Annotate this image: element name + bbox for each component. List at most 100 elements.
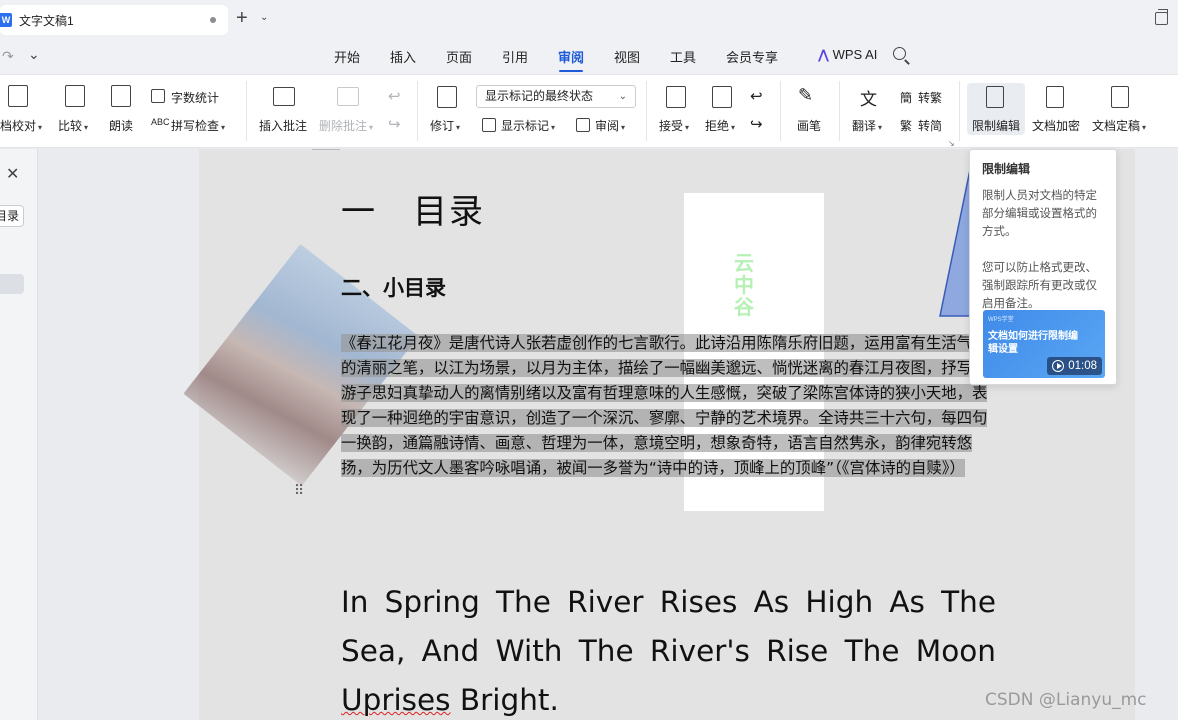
reject-icon <box>712 86 732 108</box>
previous-change-icon[interactable]: ↩ <box>750 87 763 105</box>
heading-1[interactable]: 一 目录 <box>341 184 485 233</box>
encrypt-doc-button[interactable]: 文档加密 <box>1032 117 1080 134</box>
pen-button[interactable]: 画笔 <box>797 117 821 134</box>
play-icon <box>1052 360 1065 372</box>
video-duration-badge[interactable]: 01:08 <box>1047 357 1102 375</box>
body-paragraph[interactable]: 《春江花月夜》是唐代诗人张若虚创作的七言歌行。此诗沿用陈隋乐府旧题，运用富有生活… <box>341 331 995 481</box>
previous-comment-icon[interactable]: ↩ <box>388 87 401 105</box>
tooltip-title: 限制编辑 <box>982 162 1031 176</box>
chevron-down-icon: ▾ <box>731 123 736 132</box>
chevron-down-icon: ▾ <box>38 123 43 132</box>
to-traditional-button[interactable]: 转繁 <box>918 89 942 106</box>
ribbon-separator <box>417 81 418 141</box>
spell-check-label: 拼写检查 <box>171 119 220 133</box>
restrict-edit-label: 限制编辑 <box>972 119 1021 133</box>
pen-icon: ✎ <box>798 85 814 105</box>
chevron-down-icon[interactable]: ⌄ <box>260 12 268 23</box>
insert-comment-button[interactable]: 插入批注 <box>259 117 307 134</box>
tab-tools[interactable]: 工具 <box>670 47 696 66</box>
doc-check-label: 档校对 <box>0 119 37 133</box>
navigation-pane <box>0 149 38 720</box>
translate-button[interactable]: 翻译 ▾ <box>852 117 882 134</box>
reject-label: 拒绝 <box>705 119 730 133</box>
tab-home[interactable]: 开始 <box>334 47 360 66</box>
chevron-down-icon: ⌄ <box>618 91 627 102</box>
chevron-down-icon: ▾ <box>878 123 883 132</box>
finalize-doc-button[interactable]: 文档定稿 ▾ <box>1092 117 1146 134</box>
chevron-down-icon: ▾ <box>221 123 226 132</box>
active-tab-indicator <box>559 70 583 72</box>
document-tab[interactable]: W 文字文稿1 <box>0 5 228 35</box>
title-bar: W 文字文稿1 + ⌄ <box>0 0 1178 40</box>
revise-icon <box>437 86 457 108</box>
finalize-doc-icon <box>1111 86 1129 108</box>
doc-check-icon <box>8 85 28 107</box>
watermark-text: CSDN @Lianyu_mc <box>985 690 1147 710</box>
wps-ai-button[interactable]: ⋀ WPS AI <box>818 47 877 63</box>
toc-selected-item[interactable] <box>0 274 24 294</box>
reject-button[interactable]: 拒绝 ▾ <box>705 117 735 134</box>
redo-icon[interactable]: ↷ <box>2 48 14 65</box>
next-change-icon[interactable]: ↪ <box>750 115 763 133</box>
accept-button[interactable]: 接受 ▾ <box>659 117 689 134</box>
search-icon[interactable] <box>893 47 906 60</box>
tutorial-video-thumbnail[interactable]: WPS学堂 文档如何进行限制编辑设置 01:08 <box>983 310 1105 378</box>
doc-check-button[interactable]: 档校对 ▾ <box>0 117 42 134</box>
video-title: 文档如何进行限制编辑设置 <box>988 331 1078 355</box>
selected-text: 《春江花月夜》是唐代诗人张若虚创作的七言歌行。此诗沿用陈隋乐府旧题，运用富有生活… <box>341 334 988 477</box>
close-icon[interactable]: ✕ <box>6 164 19 184</box>
toc-button[interactable]: 目录 <box>0 205 24 227</box>
dialog-launcher-icon[interactable]: ↘ <box>948 139 955 148</box>
revise-button[interactable]: 修订 ▾ <box>430 117 460 134</box>
drag-handle-icon[interactable]: ⠿ <box>294 482 304 499</box>
spell-check-button[interactable]: 拼写检查 ▾ <box>171 117 225 134</box>
chevron-down-icon: ▾ <box>621 123 626 132</box>
tab-page[interactable]: 页面 <box>446 47 472 66</box>
wps-writer-icon: W <box>0 13 12 27</box>
spell-check-icon: ABC <box>151 117 170 127</box>
tab-insert[interactable]: 插入 <box>390 47 416 66</box>
new-tab-plus-icon[interactable]: + <box>236 8 248 28</box>
review-pane-button[interactable]: 审阅 ▾ <box>595 117 625 134</box>
english-paragraph[interactable]: In Spring The River Rises As High As The… <box>341 578 996 720</box>
heading-2[interactable]: 二、小目录 <box>341 272 446 302</box>
show-markup-label: 显示标记 <box>501 119 550 133</box>
quick-access-chevron-icon[interactable]: ⌄ <box>28 46 40 63</box>
english-text: In Spring The River Rises As High As The… <box>341 585 996 668</box>
to-simplified-icon: 繁 <box>900 119 913 133</box>
tab-review[interactable]: 审阅 <box>558 47 584 66</box>
read-aloud-button[interactable]: 朗读 <box>109 117 133 134</box>
tab-references[interactable]: 引用 <box>502 47 528 66</box>
insert-comment-icon <box>273 87 295 106</box>
tab-member[interactable]: 会员专享 <box>726 47 778 66</box>
next-comment-icon[interactable]: ↪ <box>388 115 401 133</box>
restrict-edit-tooltip: 限制编辑 限制人员对文档的特定部分编辑或设置格式的方式。 您可以防止格式更改、强… <box>969 149 1117 385</box>
compare-icon <box>65 85 85 107</box>
compare-label: 比较 <box>58 119 83 133</box>
video-duration: 01:08 <box>1068 360 1097 372</box>
delete-comment-icon <box>337 87 359 106</box>
display-state-value: 显示标记的最终状态 <box>485 89 594 103</box>
ribbon-separator <box>646 81 647 141</box>
ribbon-separator <box>780 81 781 141</box>
wps-ai-icon: ⋀ <box>818 47 829 62</box>
video-brand: WPS学堂 <box>988 317 1014 323</box>
spelling-error-word[interactable]: Uprises <box>341 683 451 717</box>
word-count-button[interactable]: 字数统计 <box>171 89 219 106</box>
compare-button[interactable]: 比较 ▾ <box>58 117 88 134</box>
ribbon-separator <box>246 81 247 141</box>
show-markup-button[interactable]: 显示标记 ▾ <box>501 117 555 134</box>
review-pane-label: 审阅 <box>595 119 620 133</box>
encrypt-doc-icon <box>1046 86 1064 108</box>
chevron-down-icon: ▾ <box>84 123 89 132</box>
image-caption-text: 云中谷 <box>734 253 754 319</box>
unsaved-dot-icon[interactable] <box>210 17 216 23</box>
display-state-select[interactable]: 显示标记的最终状态 ⌄ <box>476 85 636 108</box>
restore-window-icon[interactable] <box>1155 9 1168 25</box>
to-simplified-button[interactable]: 转简 <box>918 117 942 134</box>
tab-view[interactable]: 视图 <box>614 47 640 66</box>
tooltip-description: 限制人员对文档的特定部分编辑或设置格式的方式。 <box>982 190 1097 238</box>
ribbon-separator <box>839 81 840 141</box>
word-count-icon <box>151 89 165 103</box>
delete-comment-button[interactable]: 删除批注 ▾ <box>319 117 373 134</box>
